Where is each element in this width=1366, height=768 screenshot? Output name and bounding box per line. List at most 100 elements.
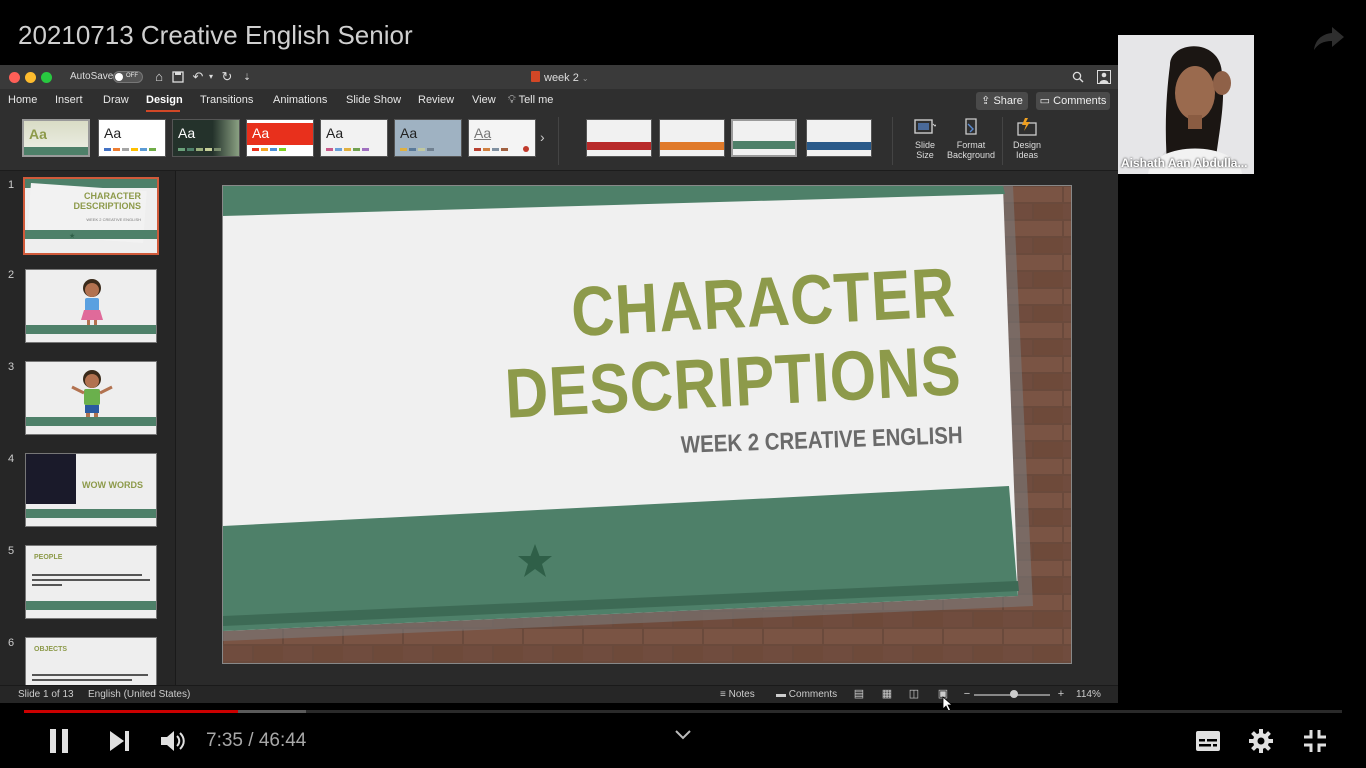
notes-button[interactable]: ≡ Notes [720,689,755,700]
slide-thumbnail-4[interactable]: WOW WORDS [25,453,157,527]
theme-thumbnail-red[interactable]: Aa [246,119,314,157]
theme-thumbnail-light[interactable]: Aa [320,119,388,157]
video-time: 7:35 / 46:44 [206,730,307,751]
slide-count: Slide 1 of 13 [18,689,74,700]
thumb-title: WOW WORDS [82,480,143,490]
thumb-number: 2 [8,269,15,281]
thumb-subtitle: WEEK 2 CREATIVE ENGLISH [86,217,141,222]
theme-thumbnail-dark[interactable]: Aa [172,119,240,157]
tell-me-search[interactable]: 💡︎ Tell me [508,94,553,107]
thumb-title: OBJECTS [34,646,68,653]
theme-thumbnail-current[interactable]: Aa [22,119,90,157]
chevron-down-icon[interactable] [674,728,692,742]
tell-me-label: Tell me [518,94,554,106]
slide-thumbnail-2[interactable] [25,269,157,343]
pause-icon[interactable] [48,728,70,754]
tab-draw[interactable]: Draw [103,94,129,106]
design-ideas-button[interactable]: Design Ideas [1008,117,1046,160]
subtitles-icon[interactable] [1195,730,1221,752]
variant-green[interactable] [731,119,797,157]
customize-toolbar-icon[interactable]: ⇣ [240,69,254,85]
slide-thumbnail-1[interactable]: CHARACTER DESCRIPTIONS WEEK 2 CREATIVE E… [23,177,159,255]
save-icon[interactable] [171,69,185,85]
ribbon-separator [892,117,893,165]
star-icon [518,544,552,577]
tab-animations[interactable]: Animations [273,94,327,106]
next-icon[interactable] [109,730,131,752]
slide-editing-canvas[interactable]: CHARACTER DESCRIPTIONS WEEK 2 CREATIVE E… [176,171,1118,685]
slide-size-label-2: Size [916,150,934,160]
tab-design[interactable]: Design [146,94,183,106]
document-title: week 2 ⌄ [531,71,589,84]
close-window-button[interactable] [9,72,20,83]
zoom-slider-handle[interactable] [1010,690,1018,698]
ribbon-separator [558,117,559,165]
slide-size-button[interactable]: Slide Size [904,117,946,160]
zoom-window-button[interactable] [41,72,52,83]
current-slide[interactable]: CHARACTER DESCRIPTIONS WEEK 2 CREATIVE E… [222,185,1072,664]
tab-slide-show[interactable]: Slide Show [346,94,401,106]
format-background-label-1: Format [956,140,986,150]
comments-button[interactable]: ▭ Comments [1036,92,1110,110]
share-label: Share [993,95,1023,107]
share-icon[interactable] [1312,24,1346,52]
slide-thumbnail-5[interactable]: PEOPLE [25,545,157,619]
comment-icon: ▬ [776,689,786,700]
undo-dropdown-icon[interactable]: ▾ [204,69,218,85]
status-comments-button[interactable]: ▬ Comments [776,689,837,700]
powerpoint-window: AutoSave OFF ⌂ ↶ ▾ ↻ ⇣ week 2 ⌄ Home Ins… [0,65,1118,703]
theme-sample: Aa [326,125,344,141]
home-icon[interactable]: ⌂ [152,69,166,85]
video-played-bar [24,710,238,713]
slide-thumbnail-3[interactable] [25,361,157,435]
reading-view-icon[interactable]: ◫ [907,688,921,700]
slide-thumbnail-6[interactable]: OBJECTS [25,637,157,685]
account-icon[interactable] [1096,69,1112,85]
thumb-title: PEOPLE [34,554,63,561]
slide-sorter-icon[interactable]: ▦ [880,688,894,700]
exit-fullscreen-icon[interactable] [1303,729,1327,753]
video-title: 20210713 Creative English Senior [18,20,413,50]
thumb-title: CHARACTER DESCRIPTIONS [73,191,141,211]
volume-icon[interactable] [160,729,186,753]
participant-video-feed [1118,35,1254,174]
variant-orange[interactable] [659,119,725,157]
ribbon-separator [1002,117,1003,165]
minimize-window-button[interactable] [25,72,36,83]
slide-thumbnail-pane[interactable]: 1 CHARACTER DESCRIPTIONS WEEK 2 CREATIVE… [0,171,176,685]
normal-view-icon[interactable]: ▤ [852,688,866,700]
share-button[interactable]: ⇪ Share [976,92,1028,110]
undo-icon[interactable]: ↶ [191,69,205,85]
thumb-number: 4 [8,453,15,465]
slide-size-label-1: Slide [914,140,935,150]
tab-insert[interactable]: Insert [55,94,83,106]
zoom-level[interactable]: 114% [1076,689,1101,700]
themes-more-arrow-icon[interactable]: › [540,129,545,145]
zoom-out-icon[interactable]: − [960,688,974,700]
share-button-icon: ⇪ [981,95,991,107]
settings-gear-icon[interactable] [1248,728,1274,754]
theme-thumbnail-paper[interactable]: Aa [468,119,536,157]
design-ideas-label-2: Ideas [1015,150,1039,160]
variant-red[interactable] [586,119,652,157]
tab-transitions[interactable]: Transitions [200,94,253,106]
theme-thumbnail-blue[interactable]: Aa [394,119,462,157]
autosave-toggle[interactable]: OFF [113,71,143,83]
ppt-file-icon [531,71,540,82]
redo-icon[interactable]: ↻ [220,69,234,85]
variant-blue[interactable] [806,119,872,157]
chalkboard-image [26,454,76,504]
tab-review[interactable]: Review [418,94,454,106]
tab-home[interactable]: Home [8,94,37,106]
search-icon[interactable] [1070,69,1086,85]
thumb-number: 6 [8,637,15,649]
format-background-icon [965,118,977,135]
autosave-label: AutoSave [70,71,114,82]
theme-sample: Aa [400,125,418,141]
ribbon-tabs: Home Insert Draw Design Transitions Anim… [0,89,1118,113]
tab-view[interactable]: View [472,94,496,106]
format-background-button[interactable]: Format Background [946,117,996,160]
zoom-in-icon[interactable]: + [1054,688,1068,700]
theme-thumbnail-office[interactable]: Aa [98,119,166,157]
language-indicator[interactable]: English (United States) [88,689,190,700]
